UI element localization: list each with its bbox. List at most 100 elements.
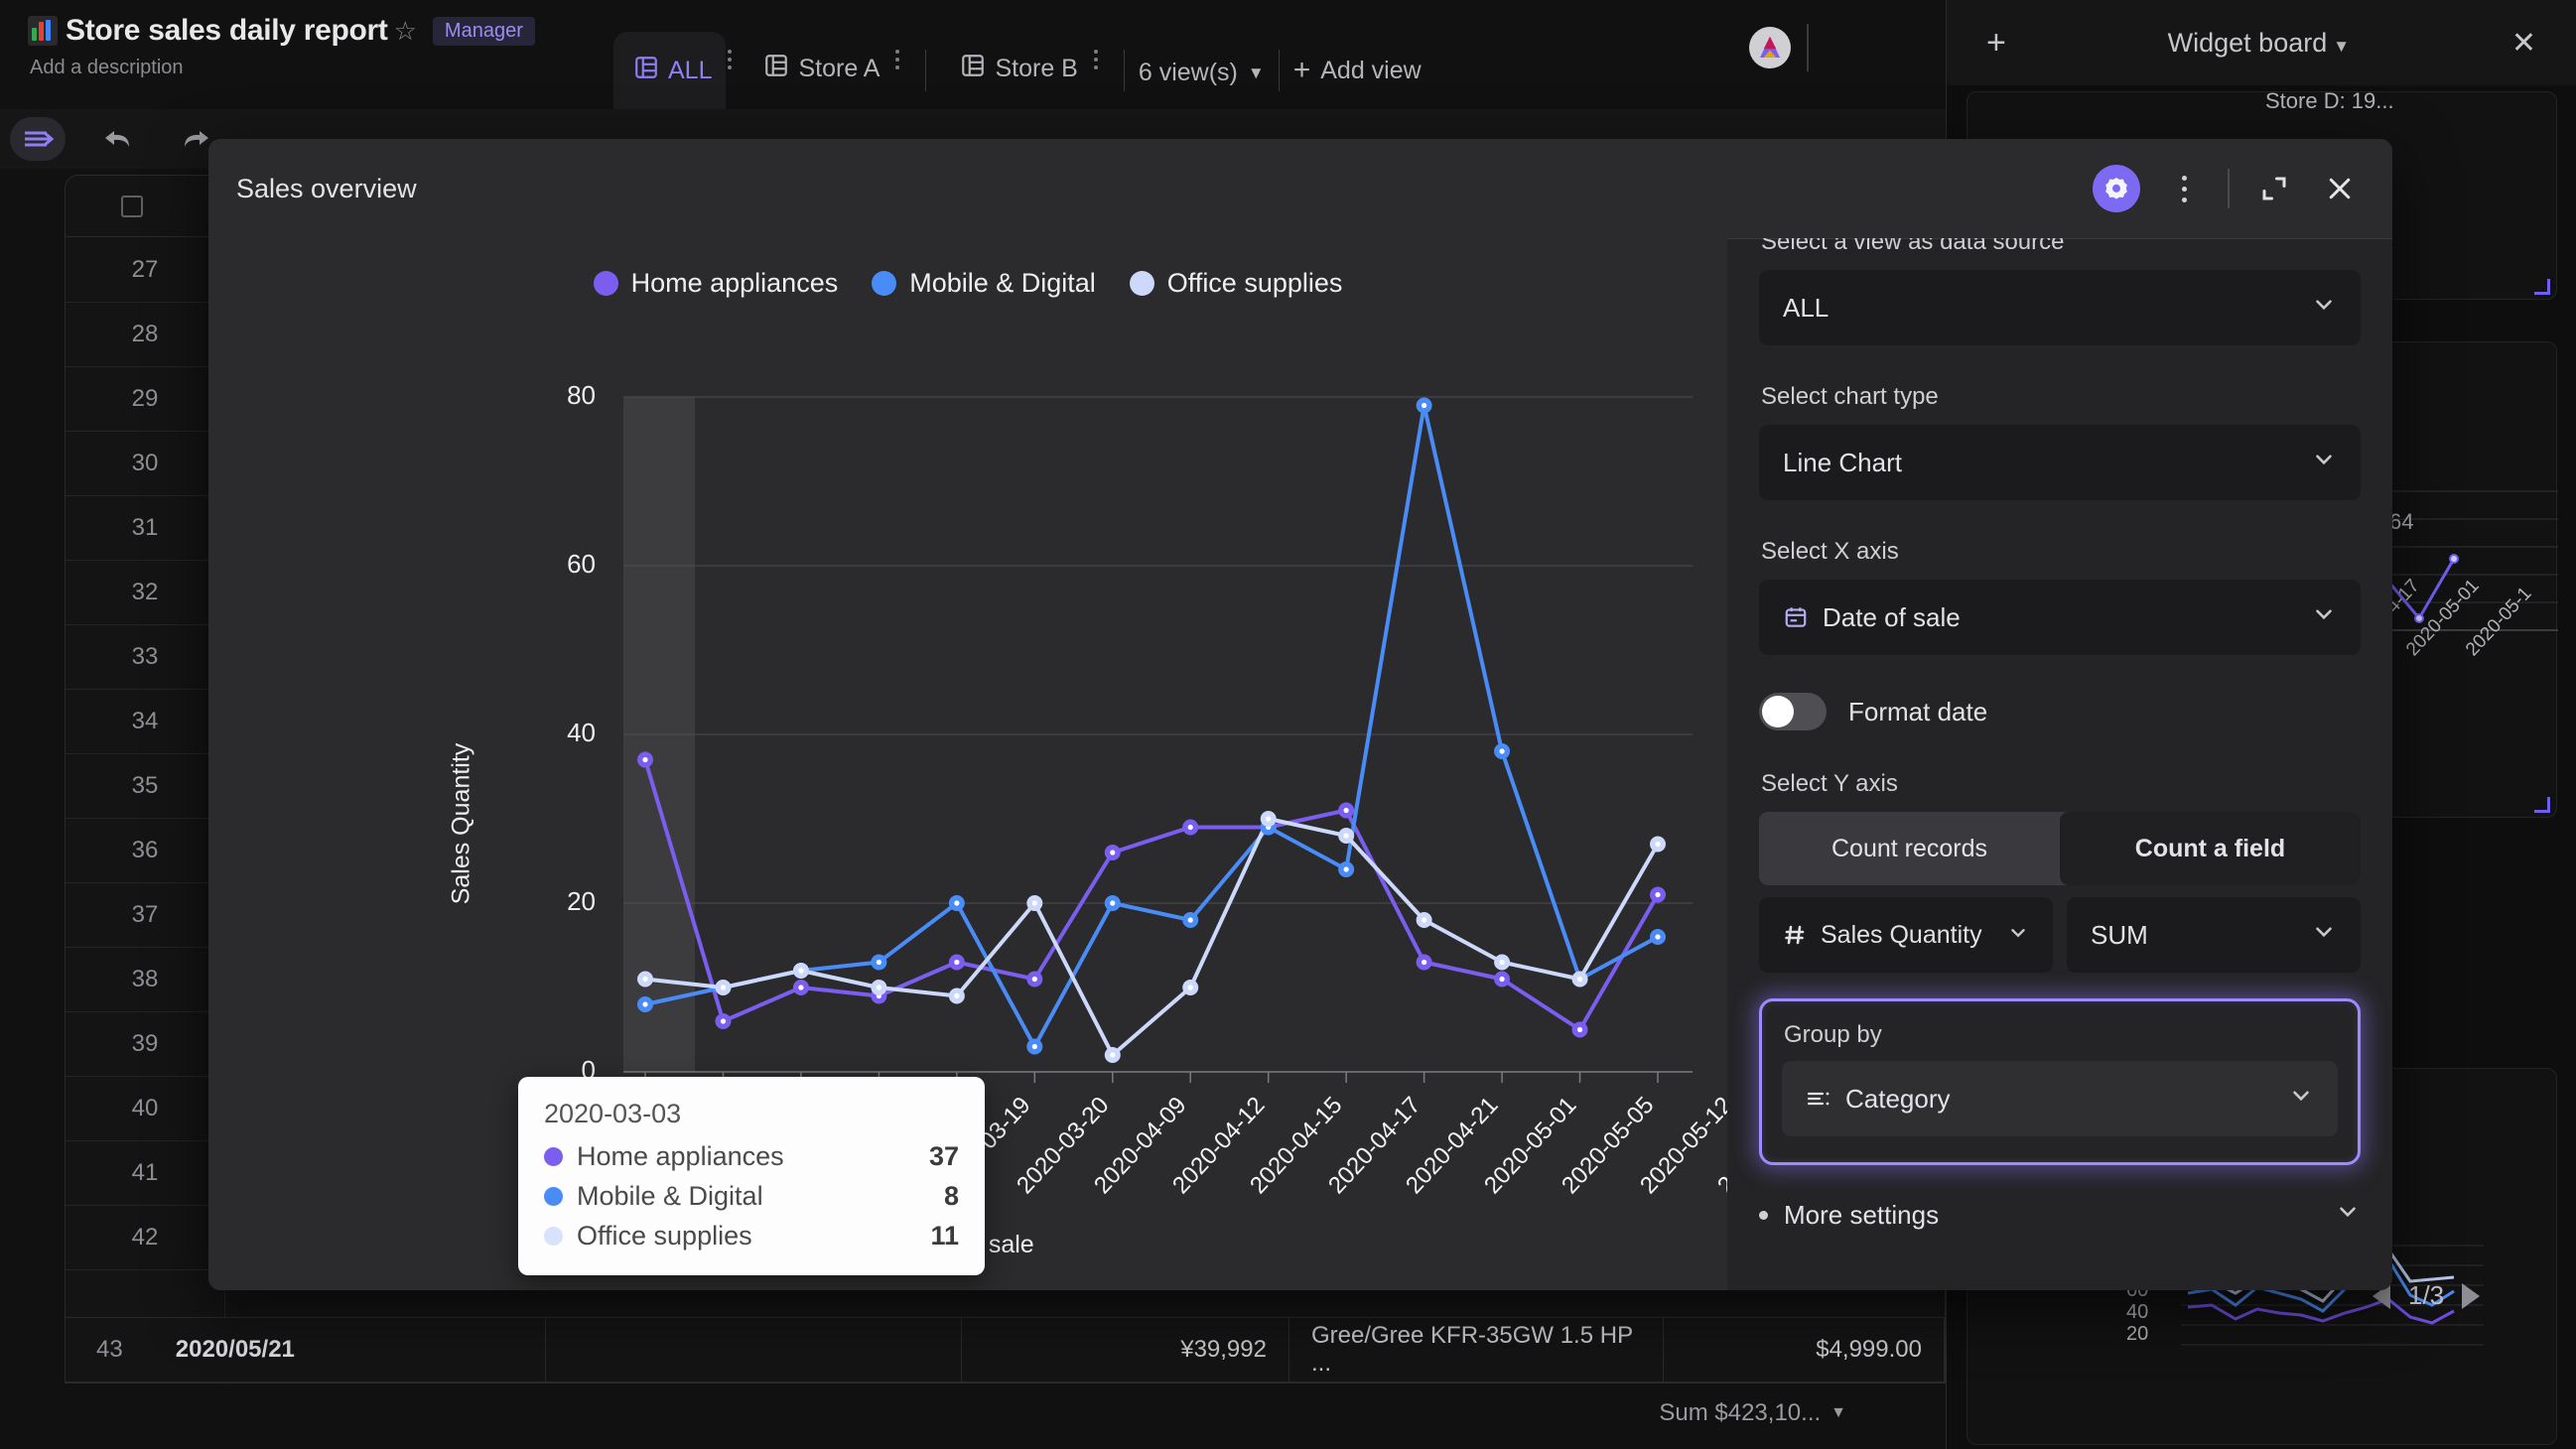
row-number: 37 — [66, 883, 224, 948]
widget-board-title[interactable]: Widget board ▼ — [2006, 28, 2511, 59]
expand-icon[interactable] — [2251, 166, 2297, 211]
modal-actions — [2093, 165, 2363, 212]
format-date-toggle[interactable] — [1759, 693, 1827, 730]
row-number: 27 — [66, 238, 224, 303]
close-icon[interactable] — [2317, 166, 2363, 211]
count-a-field-option[interactable]: Count a field — [2060, 812, 2361, 885]
resize-handle[interactable] — [2534, 797, 2550, 813]
tooltip-series-value: 11 — [930, 1221, 959, 1251]
tooltip-row: Office supplies 11 — [544, 1221, 959, 1251]
tab-all[interactable]: ALL — [613, 32, 727, 109]
y-field-select[interactable]: Sales Quantity — [1759, 897, 2053, 973]
legend-item[interactable]: Home appliances — [593, 268, 838, 299]
chart-settings-pane: Select a view as data source ALL Select … — [1727, 238, 2392, 1290]
column-summary[interactable]: Sum $423,10... ▼ — [1370, 1387, 1846, 1439]
divider — [1807, 24, 1809, 71]
more-options-icon[interactable] — [2162, 175, 2206, 202]
y-tick-label: 80 — [567, 380, 596, 410]
tab-all-options[interactable] — [726, 50, 744, 109]
row-number: 39 — [66, 1012, 224, 1077]
tooltip-row: Mobile & Digital 8 — [544, 1181, 959, 1212]
legend-item[interactable]: Office supplies — [1129, 268, 1343, 299]
row-number: 28 — [66, 303, 224, 367]
cell-amount[interactable]: ¥39,992 — [962, 1317, 1289, 1383]
widget-board-header: + Widget board ▼ ✕ — [1946, 0, 2576, 85]
tab-store-a-options[interactable] — [893, 50, 911, 109]
plus-icon[interactable]: + — [1986, 24, 2006, 63]
row-number: 34 — [66, 690, 224, 754]
star-icon[interactable]: ☆ — [394, 18, 417, 44]
legend-item[interactable]: Mobile & Digital — [872, 268, 1096, 299]
bullet-icon — [1759, 1211, 1768, 1220]
views-count-menu[interactable]: 6 view(s) ▼ — [1139, 59, 1265, 109]
legend-label: Office supplies — [1166, 268, 1343, 298]
chevron-down-icon: ▼ — [2333, 36, 2351, 56]
data-source-select[interactable]: ALL — [1759, 270, 2361, 345]
row-number: 43 — [96, 1336, 123, 1363]
gear-icon[interactable] — [2093, 165, 2140, 212]
widget-board-title-label: Widget board — [2167, 27, 2328, 58]
chart-plot-area: Sales Quantity Date of sale 020406080 20… — [208, 308, 1816, 1290]
triangle-right-icon[interactable] — [2462, 1282, 2481, 1309]
chart-type-label: Select chart type — [1761, 383, 1939, 410]
cell-price[interactable]: $4,999.00 — [1664, 1317, 1945, 1383]
chevron-down-icon — [2007, 920, 2029, 951]
x-axis-label: Select X axis — [1761, 538, 1899, 565]
more-settings-label: More settings — [1784, 1200, 1940, 1230]
close-icon[interactable]: ✕ — [2511, 26, 2536, 61]
row-number: 30 — [66, 432, 224, 496]
row-number: 41 — [66, 1141, 224, 1206]
divider — [1278, 50, 1280, 91]
chevron-down-icon — [2335, 1199, 2361, 1232]
data-source-value: ALL — [1783, 292, 1830, 323]
avatar[interactable] — [1749, 27, 1791, 68]
views-count-label: 6 view(s) — [1138, 59, 1238, 86]
plus-icon: + — [1292, 54, 1311, 86]
widget-ytick: 20 — [2126, 1323, 2149, 1345]
cell-product[interactable]: Gree/Gree KFR-35GW 1.5 HP ... — [1289, 1317, 1664, 1383]
grid-view-icon — [960, 53, 986, 85]
bar-chart-logo-icon — [28, 16, 58, 46]
tooltip-series-value: 37 — [928, 1141, 959, 1171]
chevron-down-icon — [2311, 601, 2337, 634]
more-settings-row[interactable]: More settings — [1759, 1199, 2361, 1232]
sales-overview-modal: Sales overview Home appliances Mobile & … — [208, 139, 2392, 1290]
y-aggregate-select[interactable]: SUM — [2067, 897, 2361, 973]
row-number: 29 — [66, 367, 224, 432]
x-axis-select[interactable]: Date of sale — [1759, 580, 2361, 655]
undo-icon[interactable] — [89, 117, 145, 161]
page-title: Store sales daily report — [66, 14, 388, 47]
sidebar-toggle-icon[interactable] — [10, 117, 66, 161]
chart-type-select[interactable]: Line Chart — [1759, 425, 2361, 500]
x-axis-value: Date of sale — [1823, 601, 1961, 632]
y-axis-label: Select Y axis — [1761, 770, 1898, 797]
chevron-down-icon — [2311, 919, 2337, 952]
legend-color-dot — [593, 271, 618, 296]
select-all-checkbox[interactable] — [121, 195, 143, 217]
format-date-label: Format date — [1848, 696, 1988, 726]
add-view-button[interactable]: + Add view — [1293, 54, 1422, 109]
row-number: 36 — [66, 819, 224, 883]
chevron-down-icon: ▼ — [1247, 63, 1265, 82]
row-number: 38 — [66, 948, 224, 1012]
tab-store-b-options[interactable] — [1092, 50, 1110, 109]
grid-view-icon — [633, 55, 659, 87]
tooltip-row: Home appliances 37 — [544, 1141, 959, 1172]
group-by-select[interactable]: Category — [1782, 1061, 2338, 1136]
chevron-down-icon — [2288, 1083, 2314, 1116]
description-placeholder[interactable]: Add a description — [30, 57, 596, 79]
number-field-icon — [1783, 923, 1807, 947]
tab-store-a[interactable]: Store A — [744, 50, 893, 109]
table-row[interactable]: 43 2020/05/21 ¥39,992 Gree/Gree KFR-35GW… — [66, 1317, 1945, 1383]
tab-store-a-label: Store A — [798, 54, 881, 82]
page-indicator: 1/3 — [2408, 1280, 2445, 1310]
cell-date[interactable]: 2020/05/21 — [154, 1317, 547, 1383]
tab-store-b[interactable]: Store B — [940, 50, 1091, 109]
cell-blank[interactable] — [546, 1317, 962, 1383]
chart-legend: Home appliances Mobile & Digital Office su… — [208, 268, 1727, 299]
tooltip-series-value: 8 — [943, 1181, 959, 1211]
row-number: 33 — [66, 625, 224, 690]
resize-handle[interactable] — [2534, 279, 2550, 295]
count-records-option[interactable]: Count records — [1759, 812, 2060, 885]
view-tabs: ALL Store A Store B 6 view(s) ▼ + Add vi… — [613, 0, 1422, 109]
